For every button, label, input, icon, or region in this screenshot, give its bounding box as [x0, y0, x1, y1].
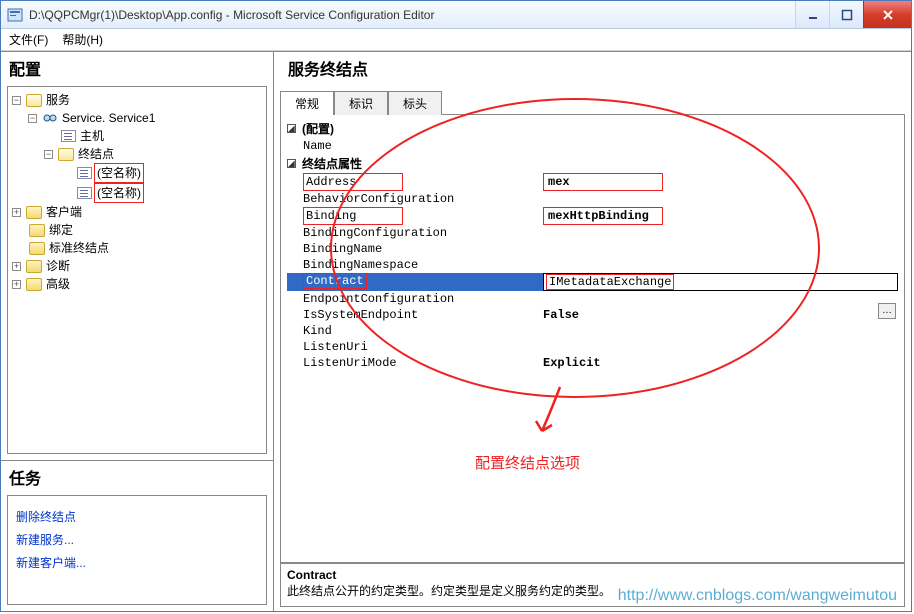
tab-headers[interactable]: 标头 [388, 91, 442, 115]
prop-binding[interactable]: BindingmexHttpBinding [287, 207, 898, 225]
window-frame: D:\QQPCMgr(1)\Desktop\App.config - Micro… [0, 0, 912, 612]
endpoint-icon [77, 167, 92, 179]
prop-is-system-endpoint[interactable]: IsSystemEndpointFalse [287, 307, 898, 323]
task-delete-endpoint[interactable]: 删除终结点 [16, 508, 258, 525]
endpoint-header: 服务终结点 [280, 52, 905, 86]
window-buttons [795, 1, 911, 28]
window-title: D:\QQPCMgr(1)\Desktop\App.config - Micro… [29, 8, 795, 22]
prop-behavior-config[interactable]: BehaviorConfiguration [287, 191, 898, 207]
service-icon [42, 111, 58, 125]
menu-help[interactable]: 帮助(H) [62, 31, 103, 48]
left-panel: 配置 −服务 −Service. Service1 主机 −终结点 [1, 52, 274, 611]
tree-endpoint-2[interactable]: (空名称) [60, 183, 264, 203]
menubar: 文件(F) 帮助(H) [1, 29, 911, 51]
collapse-icon[interactable]: ◢ [287, 159, 296, 168]
browse-button[interactable]: … [878, 303, 896, 319]
content-area: 配置 −服务 −Service. Service1 主机 −终结点 [1, 51, 911, 611]
prop-listen-uri[interactable]: ListenUri [287, 339, 898, 355]
prop-kind[interactable]: Kind [287, 323, 898, 339]
property-grid[interactable]: ◢(配置) Name ◢终结点属性 Addressmex BehaviorCon… [280, 115, 905, 563]
tab-identity[interactable]: 标识 [334, 91, 388, 115]
menu-file[interactable]: 文件(F) [9, 31, 48, 48]
tree-services[interactable]: −服务 [12, 91, 264, 109]
config-tree[interactable]: −服务 −Service. Service1 主机 −终结点 (空名称) (空 [7, 86, 267, 454]
maximize-button[interactable] [829, 1, 863, 28]
tree-diagnostics[interactable]: +诊断 [12, 257, 264, 275]
tree-client[interactable]: +客户端 [12, 203, 264, 221]
group-ep-attr[interactable]: ◢终结点属性 [287, 154, 898, 173]
minimize-button[interactable] [795, 1, 829, 28]
tasks-panel: 任务 删除终结点 新建服务... 新建客户端... [1, 460, 273, 611]
tasks-header: 任务 [1, 461, 273, 495]
config-header: 配置 [1, 52, 273, 86]
titlebar[interactable]: D:\QQPCMgr(1)\Desktop\App.config - Micro… [1, 1, 911, 29]
tree-binding[interactable]: 绑定 [12, 221, 264, 239]
prop-listen-uri-mode[interactable]: ListenUriModeExplicit [287, 355, 898, 371]
tree-endpoint-1[interactable]: (空名称) [60, 163, 264, 183]
prop-endpoint-config[interactable]: EndpointConfiguration [287, 291, 898, 307]
tree-host[interactable]: 主机 [44, 127, 264, 145]
watermark: http://www.cnblogs.com/wangweimutou [618, 587, 897, 605]
task-new-service[interactable]: 新建服务... [16, 531, 258, 548]
tree-endpoints[interactable]: −终结点 [44, 145, 264, 163]
tree-advanced[interactable]: +高级 [12, 275, 264, 293]
prop-contract[interactable]: ContractIMetadataExchange [287, 273, 898, 291]
prop-name[interactable]: Name [287, 138, 898, 154]
tree-service1[interactable]: −Service. Service1 [28, 109, 264, 127]
host-icon [61, 130, 76, 142]
prop-binding-config[interactable]: BindingConfiguration [287, 225, 898, 241]
tab-general[interactable]: 常规 [280, 91, 334, 115]
collapse-icon[interactable]: ◢ [287, 124, 296, 133]
task-new-client[interactable]: 新建客户端... [16, 554, 258, 571]
endpoint-icon [77, 187, 92, 199]
group-config[interactable]: ◢(配置) [287, 119, 898, 138]
close-button[interactable] [863, 1, 911, 28]
tree-std-endpoints[interactable]: 标准终结点 [12, 239, 264, 257]
app-icon [7, 7, 23, 23]
prop-binding-namespace[interactable]: BindingNamespace [287, 257, 898, 273]
tabs: 常规 标识 标头 [280, 90, 905, 115]
desc-name: Contract [287, 568, 898, 582]
right-panel: 服务终结点 常规 标识 标头 ◢(配置) Name ◢终结点属性 Address… [274, 52, 911, 611]
prop-binding-name[interactable]: BindingName [287, 241, 898, 257]
prop-address[interactable]: Addressmex [287, 173, 898, 191]
